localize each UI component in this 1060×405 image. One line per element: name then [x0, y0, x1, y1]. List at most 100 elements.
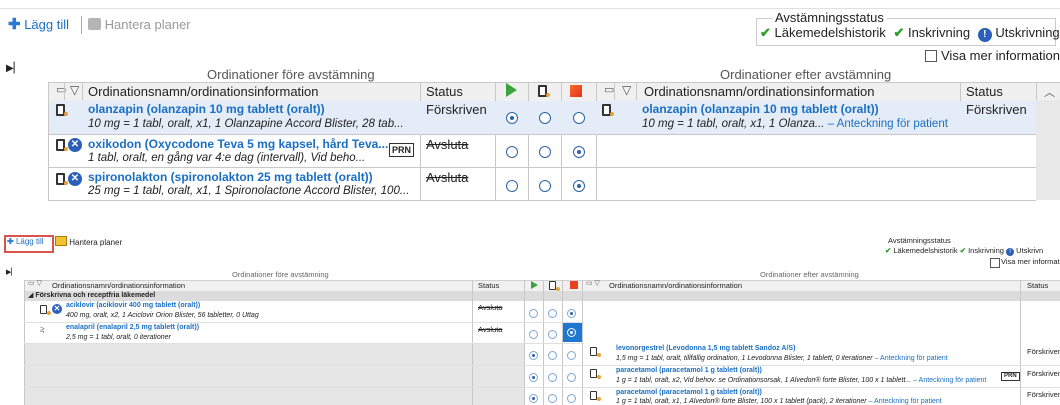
- col-name-header-right[interactable]: Ordinationsnamn/ordinationsinformation: [644, 84, 875, 99]
- continue-radio[interactable]: [529, 394, 538, 403]
- stop-radio[interactable]: [567, 309, 576, 318]
- stop-radio[interactable]: [573, 180, 585, 192]
- more-info-label: Visa mer informati: [1001, 257, 1060, 266]
- patient-note-link[interactable]: – Anteckning för patient: [875, 355, 948, 362]
- check-icon: ✔: [893, 25, 905, 40]
- stop-radio[interactable]: [573, 112, 585, 124]
- expand-arrow-icon[interactable]: ▶▏: [6, 268, 17, 276]
- medication-icon-right: [602, 104, 614, 116]
- col-status-header-right[interactable]: Status: [966, 84, 1003, 99]
- note-filter-icon[interactable]: ▭ ▽: [28, 279, 42, 287]
- row-status: Avsluta: [426, 170, 469, 185]
- more-info-label: Visa mer information: [941, 48, 1060, 63]
- stop-icon: [570, 85, 582, 97]
- continue-radio[interactable]: [529, 351, 538, 360]
- continue-radio[interactable]: [506, 180, 518, 192]
- section-before-title: Ordinationer före avstämning: [207, 67, 375, 82]
- row-title-right[interactable]: levonorgestrel (Levodonna 1,5 mg tablett…: [616, 345, 795, 352]
- discontinue-icon: ✕: [68, 138, 82, 152]
- col-status-header[interactable]: Status: [478, 281, 499, 290]
- check-icon: ✔: [885, 246, 892, 255]
- add-button-label: Lägg till: [15, 237, 44, 246]
- row-detail: 2,5 mg = 1 tabl, oralt, 0 iterationer: [66, 334, 171, 341]
- row-detail-right: 1 g = 1 tabl, oralt, x1, 1 Alvedon® fort…: [616, 398, 942, 405]
- change-radio[interactable]: [539, 112, 551, 124]
- row-detail-text: 10 mg = 1 tabl, oralt, x1, 1 Olanza...: [642, 118, 825, 130]
- status-discharge: Utskrivn: [1016, 246, 1044, 255]
- change-radio[interactable]: [548, 330, 557, 339]
- filter-icon-right[interactable]: ▽: [622, 83, 631, 97]
- continue-radio[interactable]: [506, 112, 518, 124]
- note-filter-icon-right[interactable]: ▭: [604, 83, 614, 96]
- plus-icon: ✚: [8, 16, 21, 33]
- col-name-header[interactable]: Ordinationsnamn/ordinationsinformation: [52, 281, 185, 290]
- manage-plans-button[interactable]: Hantera planer: [88, 16, 191, 34]
- row-title-right[interactable]: paracetamol (paracetamol 1 g tablett (or…: [616, 389, 762, 396]
- add-button-label: Lägg till: [24, 17, 70, 32]
- info-icon: !: [977, 28, 992, 42]
- collapse-arrow-icon[interactable]: ◢: [28, 292, 33, 299]
- row-title-right[interactable]: olanzapin (olanzapin 10 mg tablett (oral…: [642, 102, 879, 116]
- note-filter-icon-right[interactable]: ▭ ▽: [586, 279, 600, 287]
- prn-badge: PRN: [389, 143, 415, 157]
- row-title[interactable]: olanzapin (olanzapin 10 mg tablett (oral…: [88, 102, 325, 116]
- reconciliation-status-title: Avstämningsstatus: [888, 236, 951, 245]
- expand-arrow-icon[interactable]: ▶▏: [6, 63, 21, 74]
- change-radio[interactable]: [548, 373, 557, 382]
- filter-icon[interactable]: ▽: [70, 83, 79, 97]
- status-admission: Inskrivning: [907, 25, 971, 40]
- continue-radio[interactable]: [506, 146, 518, 158]
- empty-before-area: [25, 344, 472, 405]
- col-name-header-right[interactable]: Ordinationsnamn/ordinationsinformation: [609, 281, 742, 290]
- status-admission: Inskrivning: [968, 246, 1004, 255]
- more-info-checkbox[interactable]: [925, 50, 937, 62]
- section-before-title: Ordinationer före avstämning: [232, 270, 329, 279]
- manage-plans-label: Hantera planer: [69, 238, 123, 247]
- row-title[interactable]: aciklovir (aciklovir 400 mg tablett (ora…: [66, 302, 200, 309]
- patient-note-link[interactable]: – Anteckning för patient: [913, 377, 986, 384]
- manage-plans-button[interactable]: Hantera planer: [55, 236, 122, 249]
- continue-radio[interactable]: [529, 330, 538, 339]
- change-radio[interactable]: [548, 351, 557, 360]
- top-border: [0, 8, 1060, 9]
- patient-note-link[interactable]: – Anteckning för patient: [828, 118, 948, 130]
- group-header[interactable]: ◢ Förskrivna och receptfria läkemedel: [24, 291, 1060, 301]
- add-button[interactable]: ✚ Lägg till: [8, 16, 69, 34]
- stop-radio[interactable]: [567, 328, 576, 337]
- row-status-right: Förskriven: [1027, 390, 1060, 399]
- more-info-checkbox[interactable]: [990, 258, 1000, 268]
- continue-play-icon: [531, 281, 538, 289]
- continue-radio[interactable]: [529, 373, 538, 382]
- row-title-right[interactable]: paracetamol (paracetamol 1 g tablett (or…: [616, 367, 762, 374]
- continue-radio[interactable]: [529, 309, 538, 318]
- stop-radio[interactable]: [567, 373, 576, 382]
- change-radio[interactable]: [539, 180, 551, 192]
- section-after-title: Ordinationer efter avstämning: [760, 270, 859, 279]
- stop-radio[interactable]: [573, 146, 585, 158]
- status-history: Läkemedelshistorik: [893, 246, 958, 255]
- row-title[interactable]: spironolakton (spironolakton 25 mg table…: [88, 170, 373, 184]
- status-items: ✔ Läkemedelshistorik ✔ Inskrivning ! Uts…: [885, 246, 1043, 256]
- add-button[interactable]: ✚ Lägg till: [7, 236, 44, 248]
- col-status-header-right[interactable]: Status: [1027, 281, 1048, 290]
- stop-radio[interactable]: [567, 394, 576, 403]
- row-status-right: Förskriven: [966, 102, 1027, 117]
- row-empty-after: [1036, 100, 1060, 200]
- manage-plans-label: Hantera planer: [104, 17, 191, 32]
- row-status-right: Förskriven: [1027, 347, 1060, 356]
- change-radio[interactable]: [539, 146, 551, 158]
- change-radio[interactable]: [548, 394, 557, 403]
- scroll-up-arrow[interactable]: ︿: [1044, 84, 1055, 100]
- status-discharge: Utskrivning: [995, 25, 1060, 40]
- row-title[interactable]: enalapril (enalapril 2,5 mg tablett (ora…: [66, 324, 199, 331]
- stop-radio[interactable]: [567, 351, 576, 360]
- row-title[interactable]: oxikodon (Oxycodone Teva 5 mg kapsel, hå…: [88, 137, 388, 151]
- plans-icon: [55, 236, 67, 246]
- pill-icon: ⥸: [40, 325, 45, 334]
- change-radio[interactable]: [548, 309, 557, 318]
- row-detail-text: 1,5 mg = 1 tabl, oralt, tillfällig ordin…: [616, 355, 873, 362]
- empty-status-area: [473, 344, 524, 405]
- col-name-header[interactable]: Ordinationsnamn/ordinationsinformation: [88, 84, 319, 99]
- patient-note-link[interactable]: – Anteckning för patient: [869, 398, 942, 405]
- col-status-header[interactable]: Status: [426, 84, 463, 99]
